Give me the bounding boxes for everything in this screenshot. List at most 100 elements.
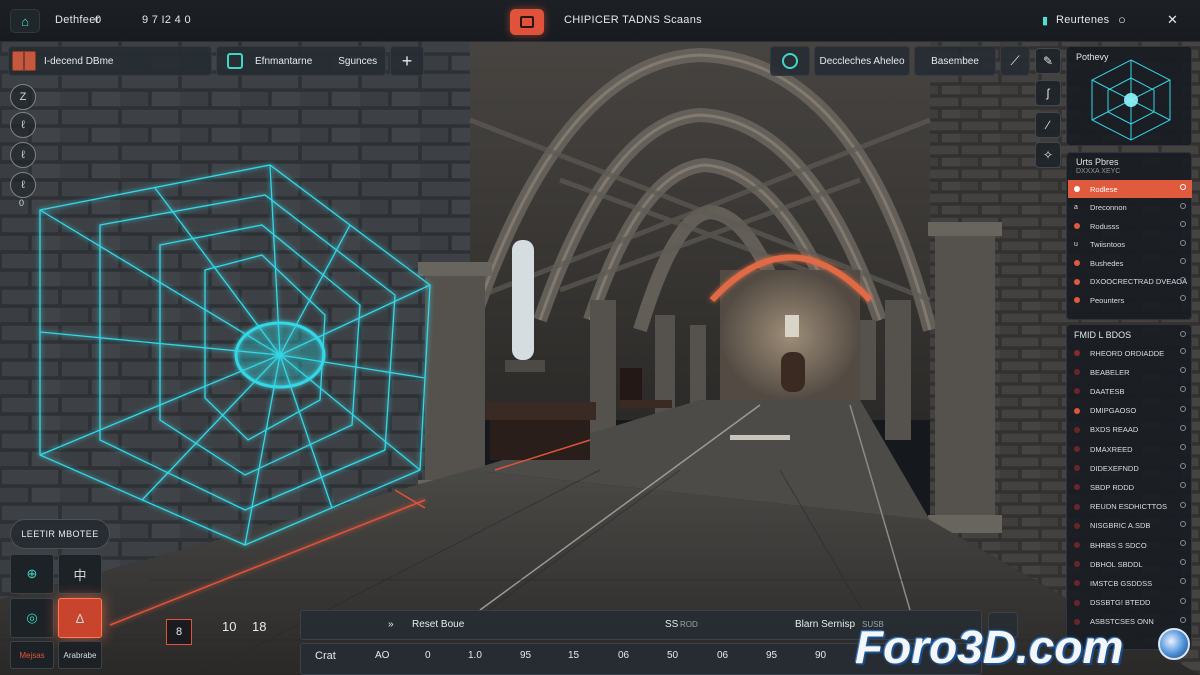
object-list-item[interactable]: REUDN ESDHICTTOS — [1068, 498, 1192, 516]
object-color-icon — [1074, 369, 1080, 376]
app-menu-icon[interactable]: ⌂ — [10, 9, 40, 33]
arrange-label[interactable]: Arabrabe — [58, 641, 102, 669]
object-toggle-icon[interactable] — [1180, 348, 1186, 354]
search-assets-button[interactable]: Deccleches Aheleo — [814, 46, 910, 76]
active-render-icon[interactable]: Δ — [58, 598, 102, 638]
lasso-tool-icon[interactable]: ℓ — [10, 112, 36, 138]
target-icon[interactable]: ◎ — [10, 598, 54, 638]
visibility-toggle-icon[interactable] — [1180, 276, 1186, 283]
visibility-toggle-icon[interactable] — [1180, 221, 1186, 227]
keyframe-value: 0 — [425, 650, 431, 661]
layer-item[interactable]: Peounters — [1068, 291, 1192, 309]
move-gizmo-icon[interactable]: ⊕ — [10, 554, 54, 594]
user-menu[interactable]: Reurtenes — [1056, 14, 1109, 26]
object-list-item[interactable]: BHRBS S SDCO — [1068, 536, 1192, 554]
visibility-toggle-icon[interactable] — [1180, 295, 1186, 301]
object-label: SBDP RDDD — [1090, 482, 1135, 492]
scale-tool-icon[interactable]: ℓ — [10, 172, 36, 198]
object-toggle-icon[interactable] — [1180, 540, 1186, 546]
layers-title: Urts Pbres — [1076, 157, 1119, 167]
settings-icon[interactable]: ○ — [1118, 12, 1126, 27]
object-label: DIDEXEFNDD — [1090, 463, 1139, 473]
watermark-logo: Foro3D.com — [855, 621, 1124, 673]
object-toggle-icon[interactable] — [1180, 463, 1186, 470]
object-label: DMIPGAOSO — [1090, 406, 1137, 416]
layer-item[interactable]: DXOOCRECTRAD DVEAOA — [1068, 273, 1192, 291]
pivot-icon[interactable]: 中 — [58, 554, 102, 594]
edit-mode-button[interactable]: LEETIR MBOTEE — [10, 519, 110, 549]
hook-tool-icon[interactable]: ʃ — [1035, 80, 1061, 106]
snap-toggle-button[interactable] — [770, 46, 810, 76]
object-list-item[interactable]: RHEORD ORDIADDE — [1068, 344, 1192, 362]
object-toggle-icon[interactable] — [1180, 520, 1186, 527]
object-list-item[interactable]: SBDP RDDD — [1068, 478, 1192, 496]
object-list-item[interactable]: DAATESB — [1068, 382, 1192, 400]
layer-color-icon — [1074, 278, 1080, 285]
visibility-toggle-icon[interactable] — [1180, 258, 1186, 264]
tab-sequences-label[interactable]: Sgunces — [338, 56, 377, 67]
layer-item[interactable]: a Dreconnon — [1068, 199, 1192, 217]
object-toggle-icon[interactable] — [1180, 367, 1186, 374]
tab-environment[interactable]: Efnmantarne Sgunces — [216, 46, 386, 76]
curve-tool-icon[interactable]: ⟋ — [1000, 46, 1030, 76]
object-toggle-icon[interactable] — [1180, 444, 1186, 450]
object-list-item[interactable]: BEABELER — [1068, 363, 1192, 381]
object-list-item[interactable]: DMIPGAOSO — [1068, 402, 1192, 420]
scene-selector[interactable]: I-decend DBme — [8, 46, 212, 76]
timeline-arrow-icon[interactable]: » — [388, 619, 394, 630]
layer-color-icon — [1074, 297, 1080, 303]
object-toggle-icon[interactable] — [1180, 405, 1186, 412]
preview-wireframe-icon — [1091, 59, 1171, 141]
object-label: DAATESB — [1090, 386, 1125, 396]
app-logo-icon — [510, 9, 544, 35]
object-list-item[interactable]: BXDS REAAD — [1068, 421, 1192, 439]
reset-bones-button[interactable]: Reset Boue — [412, 619, 464, 630]
keyframe-value: 06 — [717, 650, 729, 661]
visibility-toggle-icon[interactable] — [1180, 202, 1186, 209]
object-toggle-icon[interactable] — [1180, 616, 1186, 623]
object-color-icon — [1074, 503, 1080, 510]
object-color-icon — [1074, 407, 1080, 414]
object-toggle-icon[interactable] — [1180, 386, 1186, 393]
rotate-tool-icon[interactable]: ℓ — [10, 142, 36, 168]
object-toggle-icon[interactable] — [1180, 559, 1186, 566]
object-label: DSSBTG! BTEDD — [1090, 598, 1151, 608]
object-toggle-icon[interactable] — [1180, 424, 1186, 431]
keyframe-row-label: Crat — [315, 650, 336, 662]
object-list-item[interactable]: IMSTCB GSDDSS — [1068, 574, 1192, 592]
add-tab-button[interactable]: + — [390, 46, 424, 76]
layer-item[interactable]: Rodusss — [1068, 217, 1192, 235]
knife-tool-icon[interactable]: ∕ — [1035, 112, 1061, 138]
object-toggle-icon[interactable] — [1180, 501, 1186, 508]
layer-item[interactable]: Rodlese — [1068, 180, 1192, 198]
basemap-button[interactable]: Basembee — [914, 46, 996, 76]
3d-viewport[interactable] — [0, 0, 1200, 675]
visibility-toggle-icon[interactable] — [1180, 184, 1186, 190]
close-icon[interactable]: ✕ — [1167, 12, 1178, 28]
object-label: BHRBS S SDCO — [1090, 540, 1147, 550]
objects-collapse-icon[interactable] — [1180, 331, 1186, 337]
top-bar: ⌂ Dethfeer 0 9 7 I2 4 0 CHIPICER TADNS S… — [0, 0, 1200, 42]
object-toggle-icon[interactable] — [1180, 578, 1186, 585]
layer-color-icon — [1074, 186, 1080, 192]
frame-box[interactable]: 8 — [166, 619, 192, 645]
meshes-label[interactable]: Mejsas — [10, 641, 54, 669]
layer-label: Bushedes — [1090, 258, 1124, 268]
zoom-tool-icon[interactable]: Z — [10, 84, 36, 110]
object-list-item[interactable]: DSSBTG! BTEDD — [1068, 594, 1192, 612]
layer-item[interactable]: Bushedes — [1068, 254, 1192, 272]
object-list-item[interactable]: DIDEXEFNDD — [1068, 459, 1192, 477]
sculpt-tool-icon[interactable]: ✧ — [1035, 142, 1061, 168]
visibility-toggle-icon[interactable] — [1180, 239, 1186, 246]
environment-icon — [227, 53, 243, 69]
object-list-item[interactable]: DBHOL SBDDL — [1068, 555, 1192, 573]
object-list-item[interactable]: NISGBRIC A.SDB — [1068, 517, 1192, 535]
object-color-icon — [1074, 580, 1080, 587]
object-color-icon — [1074, 426, 1080, 433]
layer-item[interactable]: u Twiisntoos — [1068, 236, 1192, 254]
object-list-item[interactable]: DMAXREED — [1068, 440, 1192, 458]
pen-tool-icon[interactable]: ✎ — [1035, 48, 1061, 74]
object-toggle-icon[interactable] — [1180, 482, 1186, 489]
object-toggle-icon[interactable] — [1180, 597, 1186, 604]
object-label: DMAXREED — [1090, 444, 1133, 454]
